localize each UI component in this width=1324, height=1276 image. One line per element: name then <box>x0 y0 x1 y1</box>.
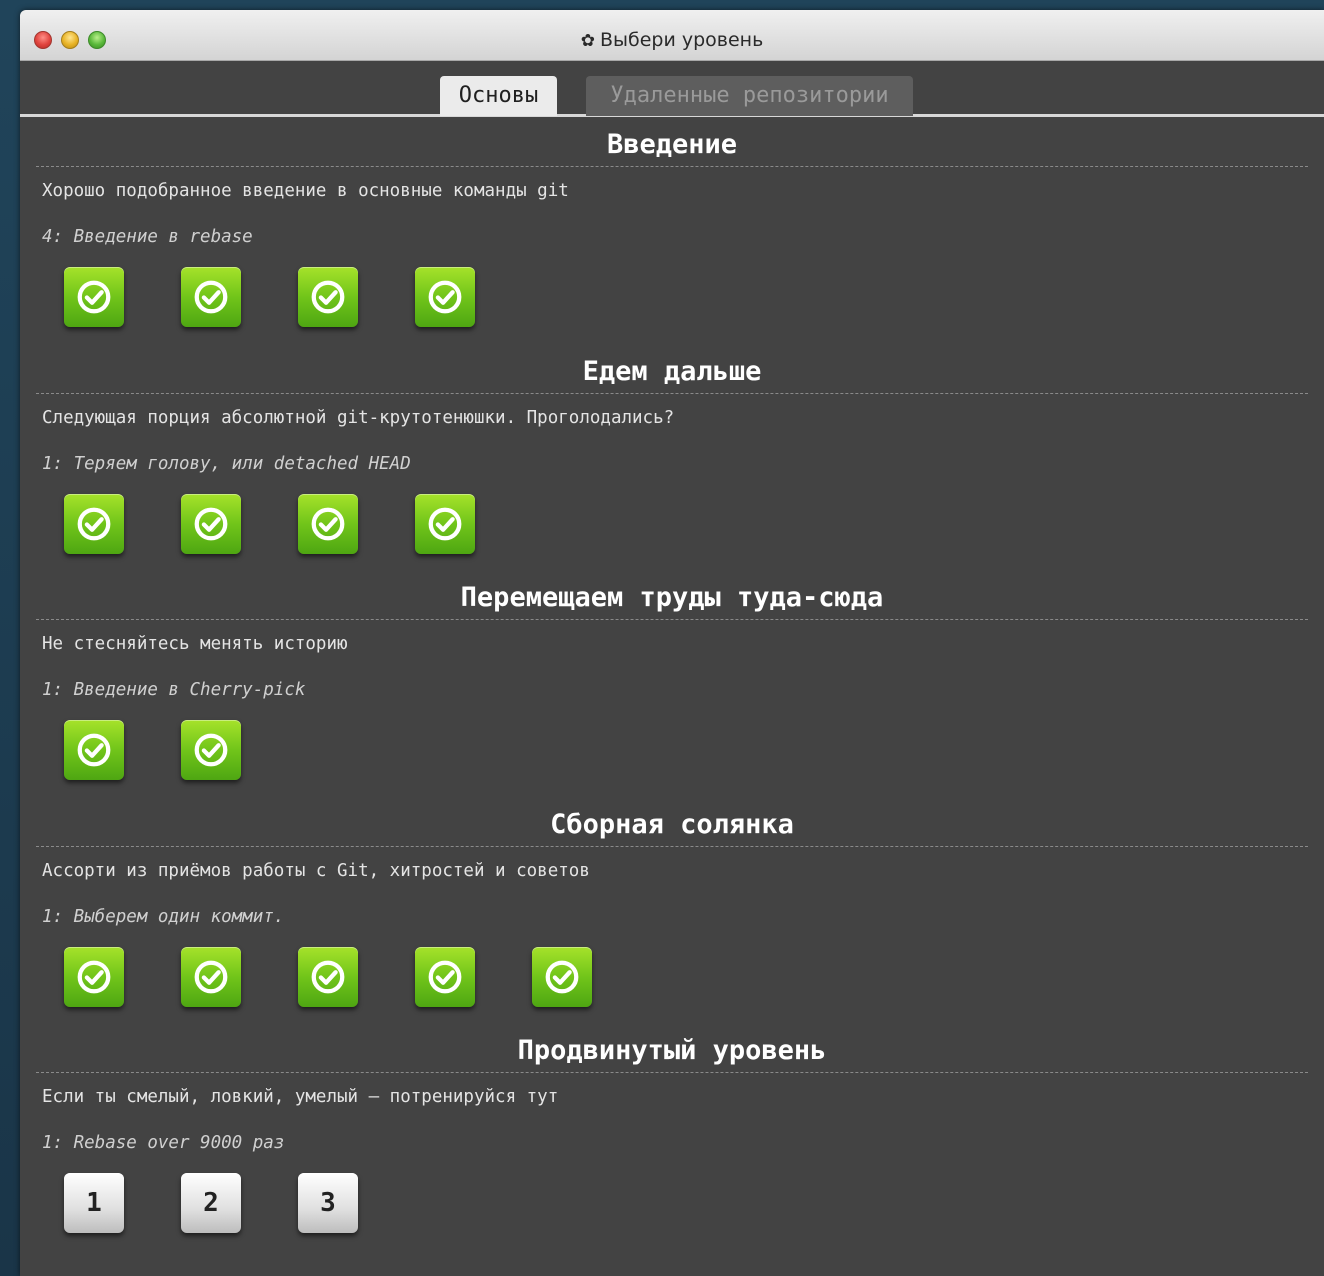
section-divider <box>36 166 1308 167</box>
level-section: Едем дальше Следующая порция абсолютной g… <box>36 344 1308 571</box>
section-title: Сборная солянка <box>550 808 794 840</box>
section-current-level: 4: Введение в rebase <box>42 227 253 247</box>
gear-icon: ✿ <box>580 31 595 51</box>
tab-basics[interactable]: Основы <box>440 76 557 116</box>
level-buttons <box>64 720 241 780</box>
level-button-completed[interactable] <box>415 267 475 327</box>
level-select-window: ✿ Выбери уровень Основы Удаленные репозит… <box>20 10 1324 1276</box>
level-section: Продвинутый уровень Если ты смелый, ловки… <box>36 1023 1308 1250</box>
section-title: Перемещаем труды туда-сюда <box>460 582 884 613</box>
tab-remote-repositories[interactable]: Удаленные репозитории <box>586 76 913 116</box>
section-current-level: 1: Выберем один коммит. <box>42 906 285 927</box>
level-button[interactable]: 2 <box>181 1173 241 1233</box>
level-section: Перемещаем труды туда-сюда Не стесняйтесь… <box>36 570 1308 797</box>
level-section: Введение Хорошо подобранное введение в ос… <box>36 117 1308 344</box>
desktop: ✿ Выбери уровень Основы Удаленные репозит… <box>0 0 1324 1276</box>
level-sections: Введение Хорошо подобранное введение в ос… <box>20 117 1324 1250</box>
level-number: 3 <box>320 1188 336 1218</box>
check-icon <box>75 958 113 996</box>
section-description: Не стесняйтесь менять историю <box>42 634 348 654</box>
level-section: Сборная солянка Ассорти из приёмов работы… <box>36 797 1308 1024</box>
level-button-completed[interactable] <box>298 267 358 327</box>
level-button-completed[interactable] <box>64 946 124 1007</box>
check-icon <box>309 505 347 543</box>
check-icon <box>75 731 113 769</box>
check-icon <box>75 505 113 543</box>
section-divider <box>36 392 1308 394</box>
level-button-completed[interactable] <box>415 493 475 554</box>
section-description: Хорошо подобранное введение в основные к… <box>42 181 569 201</box>
section-current-level: 1: Введение в Cherry-pick <box>42 680 306 700</box>
check-icon <box>192 505 230 543</box>
section-divider <box>36 845 1308 847</box>
level-button-completed[interactable] <box>532 946 592 1007</box>
section-divider <box>36 619 1308 620</box>
section-title: Введение <box>606 129 738 160</box>
level-buttons <box>64 267 475 327</box>
level-number: 2 <box>203 1188 219 1218</box>
section-current-level: 1: Теряем голову, или detached HEAD <box>42 453 411 474</box>
check-icon <box>192 731 230 769</box>
section-description: Если ты смелый, ловкий, умелый — потрени… <box>42 1087 559 1107</box>
level-button[interactable]: 1 <box>64 1173 124 1233</box>
level-button-completed[interactable] <box>298 493 358 554</box>
level-number: 1 <box>86 1188 102 1218</box>
level-button-completed[interactable] <box>181 493 241 554</box>
level-button-completed[interactable] <box>64 493 124 554</box>
check-icon <box>192 958 230 996</box>
section-current-level: 1: Rebase over 9000 раз <box>42 1133 285 1153</box>
level-buttons <box>64 946 592 1007</box>
section-divider <box>36 1072 1308 1073</box>
section-description: Ассорти из приёмов работы с Git, хитрост… <box>42 860 590 881</box>
section-title: Продвинутый уровень <box>517 1035 827 1066</box>
section-description: Следующая порция абсолютной git-крутотен… <box>42 407 675 428</box>
window-title: Выбери уровень <box>599 29 764 51</box>
check-icon <box>426 278 464 316</box>
check-icon <box>543 958 581 996</box>
level-button-completed[interactable] <box>415 946 475 1007</box>
check-icon <box>426 505 464 543</box>
section-title: Едем дальше <box>582 355 762 387</box>
window-title-area: ✿ Выбери уровень <box>20 29 1324 51</box>
level-buttons <box>64 493 475 554</box>
level-button-completed[interactable] <box>181 720 241 780</box>
check-icon <box>426 958 464 996</box>
level-button-completed[interactable] <box>298 946 358 1007</box>
check-icon <box>75 278 113 316</box>
check-icon <box>192 278 230 316</box>
level-buttons: 1 2 3 <box>64 1173 358 1233</box>
tab-bar: Основы Удаленные репозитории <box>20 61 1324 117</box>
level-button-completed[interactable] <box>181 946 241 1007</box>
level-button-completed[interactable] <box>64 720 124 780</box>
window-titlebar[interactable]: ✿ Выбери уровень <box>20 10 1324 61</box>
check-icon <box>309 278 347 316</box>
level-button[interactable]: 3 <box>298 1173 358 1233</box>
level-button-completed[interactable] <box>64 267 124 327</box>
check-icon <box>309 958 347 996</box>
level-button-completed[interactable] <box>181 267 241 327</box>
